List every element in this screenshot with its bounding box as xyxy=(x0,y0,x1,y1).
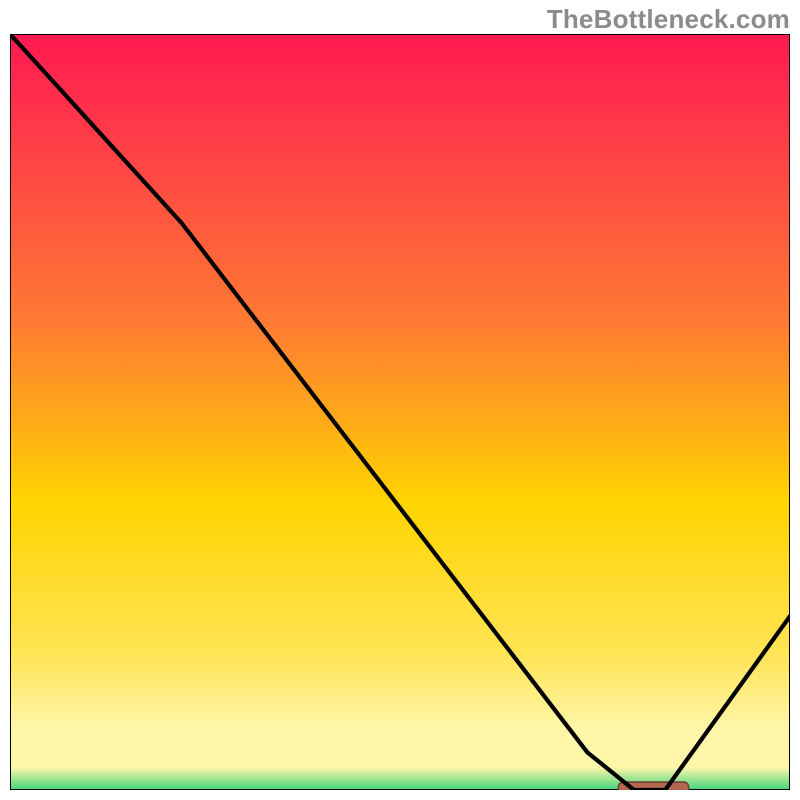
chart-frame: TheBottleneck.com xyxy=(0,0,800,800)
watermark-text: TheBottleneck.com xyxy=(547,4,790,35)
gradient-background xyxy=(10,34,790,790)
chart-svg xyxy=(10,34,790,790)
plot-area xyxy=(10,34,790,790)
